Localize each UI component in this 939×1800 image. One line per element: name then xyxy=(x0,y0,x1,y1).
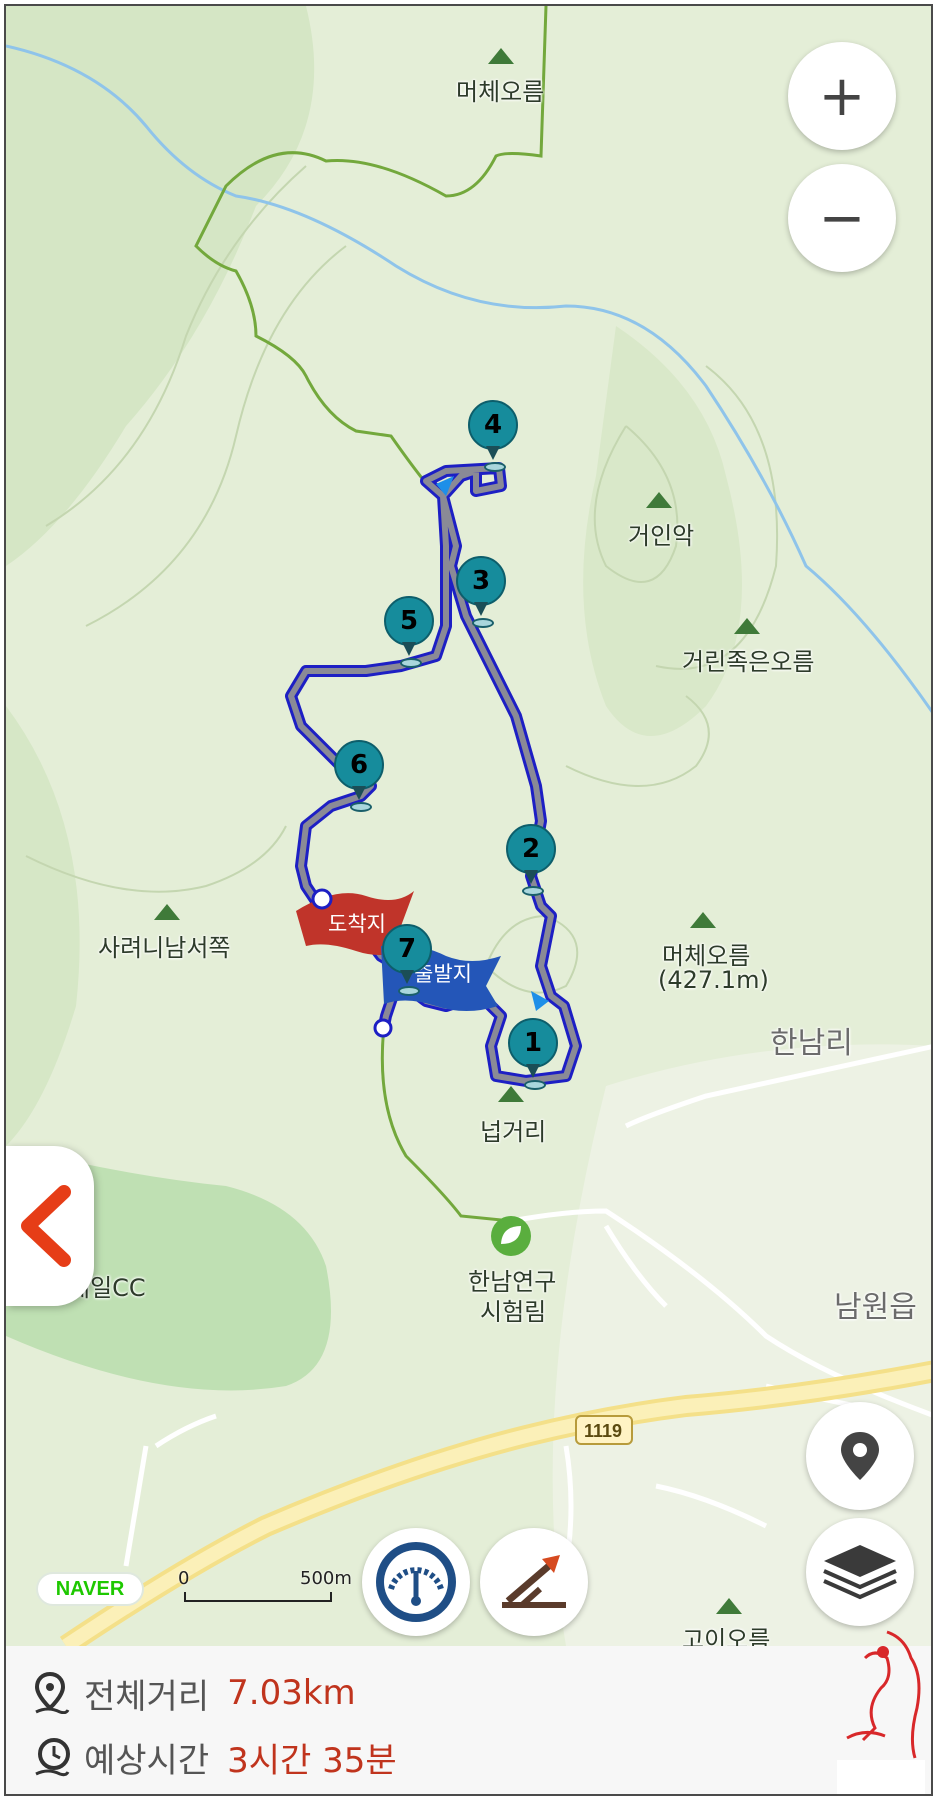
marker-stem xyxy=(400,970,414,984)
marker-stem xyxy=(486,446,500,460)
waypoint-marker-5[interactable]: 5 xyxy=(384,596,434,674)
waypoint-number: 3 xyxy=(456,556,506,606)
place-label-saryeoni: 사려니남서쪽 xyxy=(98,934,231,962)
departure-point-icon xyxy=(373,1018,393,1038)
place-label-meoche-oreum-height: (427.1m) xyxy=(658,966,769,994)
marker-base xyxy=(398,986,420,996)
waypoint-number: 7 xyxy=(382,924,432,974)
zoom-in-button[interactable]: + xyxy=(788,42,896,150)
estimated-time-row: 예상시간 3시간 35분 xyxy=(34,1732,397,1782)
map-layers-button[interactable] xyxy=(806,1518,914,1626)
total-distance-value: 7.03km xyxy=(227,1673,356,1713)
current-location-button[interactable] xyxy=(806,1402,914,1510)
route-summary-panel: 전체거리 7.03km 예상시간 3시간 35분 xyxy=(6,1646,931,1794)
scale-distance-label: 500m xyxy=(300,1568,352,1589)
marker-stem xyxy=(402,642,416,656)
waypoint-number: 6 xyxy=(334,740,384,790)
peak-icon xyxy=(690,912,716,928)
chevron-left-icon xyxy=(21,1185,71,1267)
road-shield-1119: 1119 xyxy=(575,1415,633,1445)
marker-base xyxy=(522,886,544,896)
waypoint-marker-2[interactable]: 2 xyxy=(506,824,556,902)
place-label-hannam-ri: 한남리 xyxy=(770,1026,853,1061)
arrival-point-icon xyxy=(311,888,333,910)
peak-icon xyxy=(646,492,672,508)
waypoint-marker-7[interactable]: 7 xyxy=(382,924,432,1002)
app-frame: 도착지 출발지 1119 머체오름 거인악 거린족은오름 사려니남서쪽 머체오름… xyxy=(4,4,933,1796)
location-pin-icon xyxy=(841,1432,879,1480)
place-label-hannam-forest-2: 시험림 xyxy=(480,1298,547,1326)
peak-icon xyxy=(716,1598,742,1614)
elevation-icon xyxy=(502,1555,566,1608)
distance-pin-icon xyxy=(34,1672,70,1714)
map-canvas[interactable]: 도착지 출발지 1119 xyxy=(6,6,933,1646)
waypoint-number: 1 xyxy=(508,1018,558,1068)
waypoint-number: 4 xyxy=(468,400,518,450)
naver-logo: NAVER xyxy=(36,1572,144,1606)
estimated-time-label: 예상시간 xyxy=(84,1740,210,1781)
elevation-profile-button[interactable] xyxy=(480,1528,588,1636)
marker-stem xyxy=(524,870,538,884)
place-label-meoche-oreum-north: 머체오름 xyxy=(456,78,545,106)
peak-icon xyxy=(734,618,760,634)
place-label-georinjokeun-oreum: 거린족은오름 xyxy=(682,648,815,676)
waypoint-marker-1[interactable]: 1 xyxy=(508,1018,558,1096)
waypoint-marker-6[interactable]: 6 xyxy=(334,740,384,818)
scale-bar xyxy=(184,1592,332,1602)
marker-stem xyxy=(352,786,366,800)
road-shield-label: 1119 xyxy=(584,1421,622,1441)
speed-settings-button[interactable] xyxy=(362,1528,470,1636)
marker-base xyxy=(472,618,494,628)
marker-stem xyxy=(526,1064,540,1078)
layers-icon xyxy=(823,1545,897,1600)
place-label-neopgeori: 넙거리 xyxy=(480,1118,547,1146)
peak-icon xyxy=(154,904,180,920)
marker-base xyxy=(484,462,506,472)
clock-icon xyxy=(35,1738,70,1777)
waypoint-marker-4[interactable]: 4 xyxy=(468,400,518,478)
marker-base xyxy=(524,1080,546,1090)
marker-base xyxy=(350,802,372,812)
jeju-stream-trail-logo xyxy=(837,1630,925,1794)
map-scale: 0 500m xyxy=(178,1568,368,1614)
scale-zero-label: 0 xyxy=(178,1568,190,1589)
waypoint-marker-3[interactable]: 3 xyxy=(456,556,506,634)
speedometer-icon xyxy=(376,1542,456,1622)
forest-leaf-icon[interactable] xyxy=(491,1216,531,1256)
peak-icon xyxy=(488,48,514,64)
total-distance-label: 전체거리 xyxy=(84,1676,210,1717)
arrival-flag-label: 도착지 xyxy=(328,912,386,936)
marker-stem xyxy=(474,602,488,616)
estimated-time-value: 3시간 35분 xyxy=(227,1740,397,1781)
waypoint-number: 2 xyxy=(506,824,556,874)
total-distance-row: 전체거리 7.03km xyxy=(34,1668,356,1718)
place-label-geoinak: 거인악 xyxy=(628,522,695,550)
waypoint-number: 5 xyxy=(384,596,434,646)
marker-base xyxy=(400,658,422,668)
zoom-out-button[interactable]: − xyxy=(788,164,896,272)
place-label-namwon-eup: 남원읍 xyxy=(834,1290,917,1325)
back-button[interactable] xyxy=(6,1146,94,1306)
